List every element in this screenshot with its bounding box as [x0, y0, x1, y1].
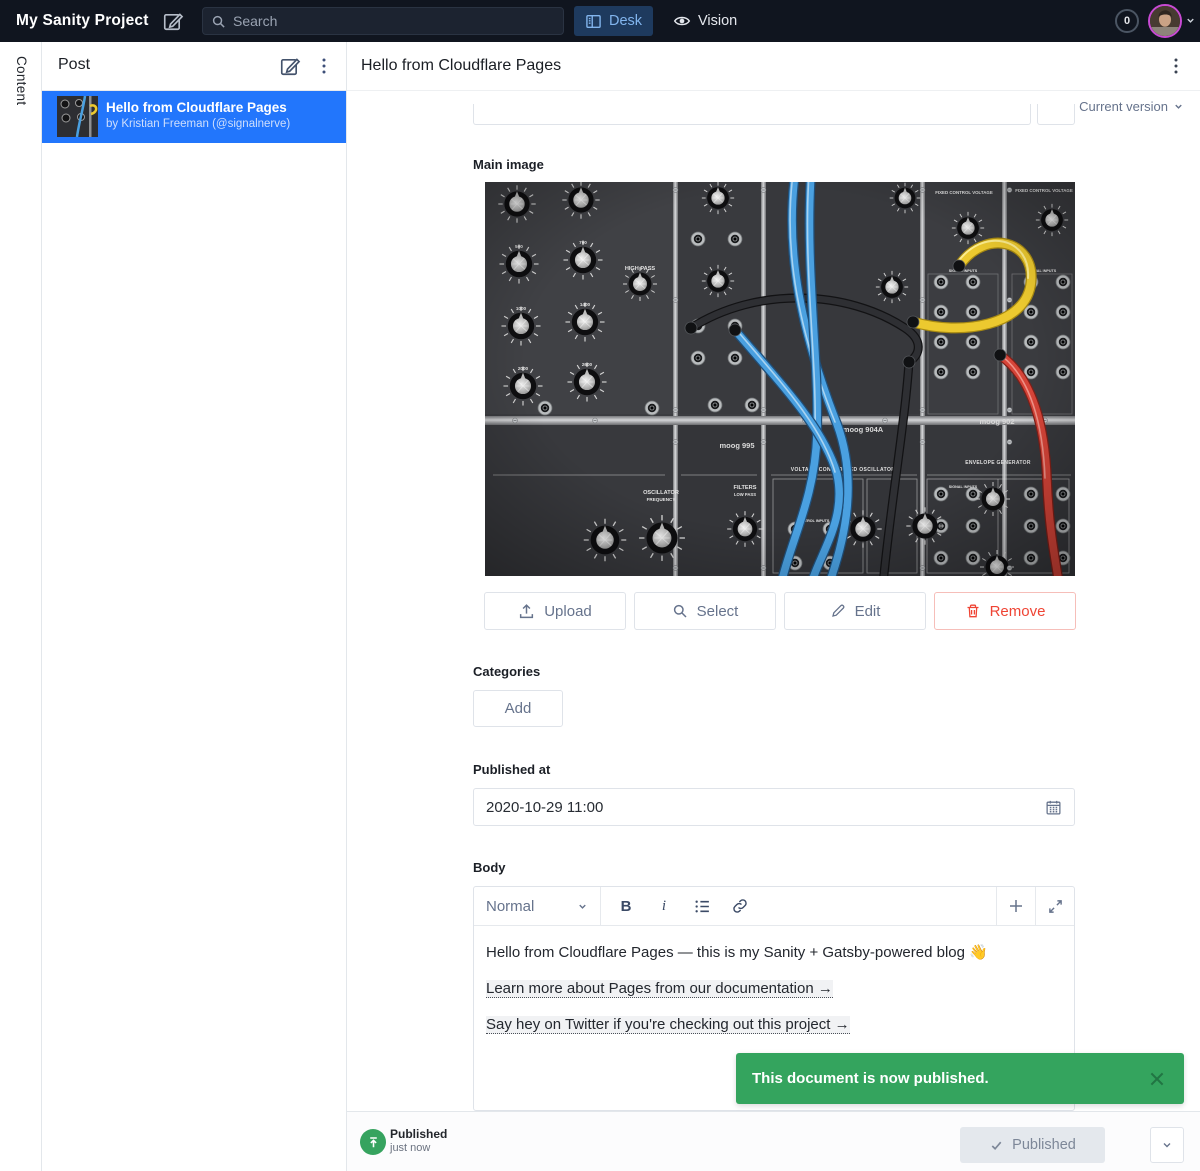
chevron-down-icon	[577, 901, 588, 912]
tab-vision-label: Vision	[698, 13, 737, 29]
select-label: Select	[697, 603, 739, 620]
publish-button-label: Published	[1012, 1137, 1076, 1153]
add-category-button[interactable]: Add	[473, 690, 563, 727]
bullet-list-icon	[694, 898, 711, 915]
publish-status-title: Published	[390, 1127, 447, 1141]
published-at-input[interactable]	[486, 799, 1045, 816]
version-selector[interactable]: Current version	[1079, 92, 1184, 120]
document-pane: Hello from Cloudflare Pages Current vers…	[347, 42, 1200, 1171]
main-image-label: Main image	[473, 157, 544, 172]
body-link-twitter[interactable]: Say hey on Twitter if you're checking ou…	[486, 1016, 850, 1034]
counter-badge[interactable]: 0	[1115, 9, 1139, 33]
scrolled-field-partial[interactable]	[473, 104, 1031, 125]
sanity-studio: My Sanity Project	[0, 0, 1200, 1171]
publish-status-icon	[360, 1129, 386, 1155]
list-pane-title: Post	[58, 56, 90, 74]
avatar[interactable]	[1148, 4, 1182, 38]
upload-button[interactable]: Upload	[484, 592, 626, 630]
bold-button[interactable]: B	[609, 891, 643, 921]
content-rail[interactable]: Content	[0, 42, 42, 1171]
compose-icon	[279, 55, 301, 77]
insert-block-button[interactable]	[996, 887, 1035, 925]
expand-icon	[1048, 899, 1063, 914]
toast-close-button[interactable]	[1148, 1068, 1170, 1090]
compose-button[interactable]	[162, 10, 184, 32]
chevron-down-icon	[1161, 1139, 1173, 1151]
body-label: Body	[473, 860, 506, 875]
publish-toast: This document is now published.	[736, 1053, 1184, 1104]
version-label: Current version	[1079, 99, 1168, 114]
eye-icon	[673, 12, 691, 30]
main-image-dropzone[interactable]: FIXED CONTROL VOLTAGE FIXED CONTROL VOLT…	[485, 182, 1075, 576]
top-navbar: My Sanity Project	[0, 0, 1200, 42]
desk-icon	[585, 13, 602, 30]
document-list-pane: Post	[42, 42, 347, 1171]
link-button[interactable]	[723, 891, 757, 921]
kebab-icon	[1168, 57, 1188, 75]
edit-label: Edit	[855, 603, 881, 620]
publish-status-time: just now	[390, 1142, 430, 1154]
link-icon	[732, 898, 748, 914]
kebab-icon	[316, 57, 336, 75]
plus-icon	[1008, 898, 1024, 914]
italic-button[interactable]: i	[647, 891, 681, 921]
counter-badge-value: 0	[1124, 15, 1130, 27]
chevron-down-icon	[1173, 101, 1184, 112]
search-input[interactable]	[233, 13, 555, 29]
list-pane-header: Post	[42, 42, 346, 91]
scrolled-field-button-partial[interactable]	[1037, 104, 1075, 125]
fullscreen-button[interactable]	[1035, 887, 1074, 925]
project-title: My Sanity Project	[16, 0, 149, 42]
bullet-list-button[interactable]	[685, 891, 719, 921]
style-selector-value: Normal	[486, 898, 534, 915]
post-thumbnail	[57, 96, 98, 137]
style-selector[interactable]: Normal	[474, 887, 601, 925]
calendar-icon[interactable]	[1045, 799, 1062, 816]
format-tools: B i	[601, 891, 996, 921]
remove-label: Remove	[990, 603, 1046, 620]
post-subtitle: by Kristian Freeman (@signalnerve)	[106, 118, 290, 130]
search-icon	[672, 603, 688, 619]
publish-menu-button[interactable]	[1150, 1127, 1184, 1163]
document-header: Hello from Cloudflare Pages	[347, 42, 1200, 91]
publish-button[interactable]: Published	[960, 1127, 1105, 1163]
image-actions: Upload Select Edit	[484, 592, 1076, 630]
post-title: Hello from Cloudflare Pages	[106, 100, 287, 115]
remove-button[interactable]: Remove	[934, 592, 1076, 630]
trash-icon	[965, 603, 981, 619]
check-icon	[989, 1138, 1004, 1153]
editor-toolbar: Normal B i	[474, 887, 1074, 926]
list-menu-button[interactable]	[316, 55, 336, 77]
select-button[interactable]: Select	[634, 592, 776, 630]
edit-button[interactable]: Edit	[784, 592, 926, 630]
document-footer: Published just now Published	[347, 1111, 1200, 1171]
close-icon	[1148, 1070, 1170, 1088]
avatar-chevron-icon[interactable]	[1185, 15, 1196, 26]
pencil-icon	[830, 603, 846, 619]
compose-icon	[162, 10, 184, 32]
published-at-label: Published at	[473, 762, 550, 777]
document-title: Hello from Cloudflare Pages	[361, 57, 561, 75]
published-at-field	[473, 788, 1075, 826]
list-item-post[interactable]: Hello from Cloudflare Pages by Kristian …	[42, 91, 346, 143]
body-link-docs[interactable]: Learn more about Pages from our document…	[486, 980, 833, 998]
document-menu-button[interactable]	[1168, 55, 1188, 77]
search-icon	[211, 14, 226, 29]
toast-message: This document is now published.	[752, 1070, 989, 1087]
main-image-photo: FIXED CONTROL VOLTAGE FIXED CONTROL VOLT…	[485, 182, 1075, 576]
tab-desk[interactable]: Desk	[574, 6, 653, 36]
new-document-button[interactable]	[279, 55, 301, 77]
search-bar	[202, 7, 564, 35]
upload-icon	[518, 603, 535, 620]
tab-vision[interactable]: Vision	[662, 6, 748, 36]
upload-label: Upload	[544, 603, 592, 620]
add-label: Add	[505, 700, 532, 717]
categories-label: Categories	[473, 664, 540, 679]
tab-desk-label: Desk	[609, 13, 642, 29]
body-paragraph: Hello from Cloudflare Pages — this is my…	[486, 942, 1062, 964]
editor-toolbar-right	[996, 887, 1074, 925]
content-rail-label: Content	[14, 56, 29, 105]
